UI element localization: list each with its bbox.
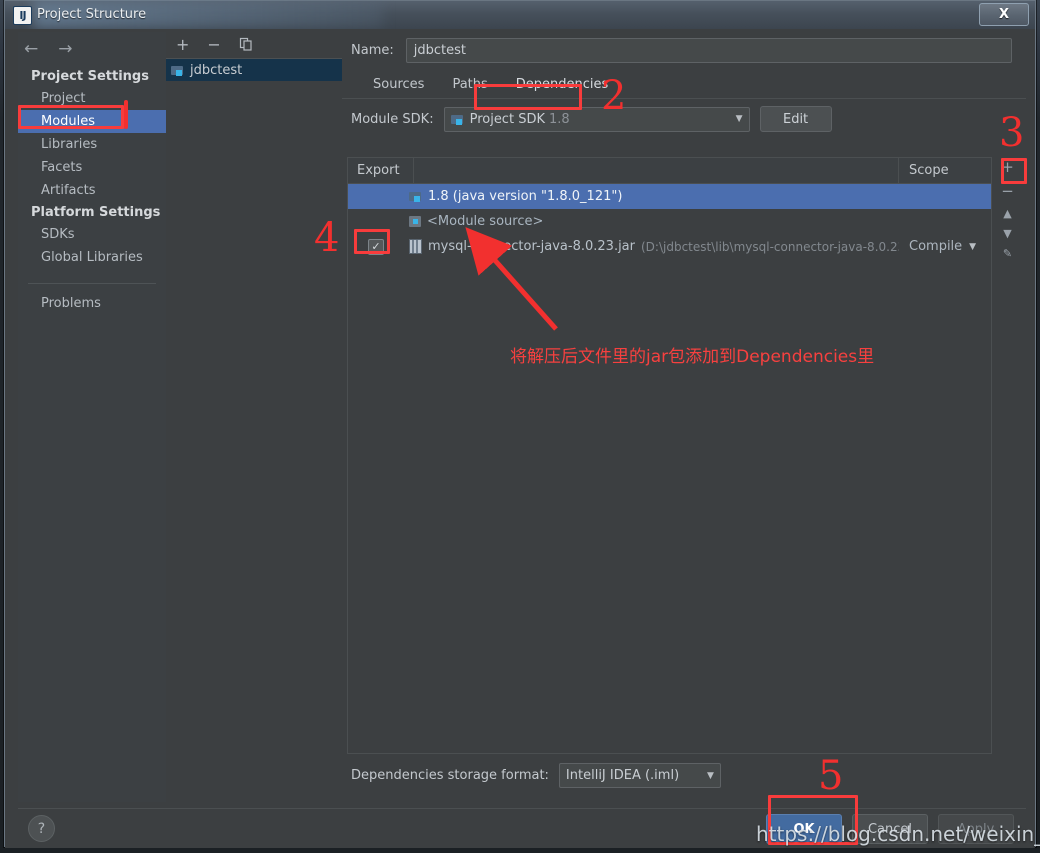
storage-format-label: Dependencies storage format: [351,768,549,783]
module-sdk-dropdown[interactable]: Project SDK 1.8 ▼ [443,106,750,132]
tab-paths[interactable]: Paths [438,73,501,98]
module-tabs: Sources Paths Dependencies [342,68,1026,99]
module-sdk-label: Module SDK: [351,111,434,127]
close-button[interactable]: X [979,3,1029,26]
intellij-idea-icon: IJ [13,6,32,25]
remove-dependency-button[interactable]: − [1001,184,1014,199]
column-header-name [414,158,899,183]
table-row[interactable]: ✓ mysql-connector-java-8.0.23.jar (D:\jd… [348,234,991,259]
sidebar-item-facets[interactable]: Facets [18,156,166,179]
column-header-scope: Scope [909,163,949,178]
chevron-down-icon: ▼ [735,114,743,124]
module-sdk-version: 1.8 [548,111,570,127]
row-name-label: <Module source> [427,214,544,229]
module-name-input[interactable]: jdbctest [405,37,1012,63]
module-sdk-row: Module SDK: Project SDK 1.8 ▼ Edit [342,99,1026,139]
module-sdk-value: Project SDK [469,111,545,127]
column-header-export: Export [348,158,414,183]
module-folder-icon [171,65,184,76]
module-list-item-jdbctest[interactable]: jdbctest [166,59,342,81]
sdk-folder-icon [450,114,464,125]
modules-toolbar: + − [166,32,342,59]
window-title: Project Structure [37,7,147,22]
tab-sources[interactable]: Sources [359,73,438,98]
module-list-item-label: jdbctest [190,62,243,78]
row-name-cell: <Module source> [404,214,899,229]
modules-panel: + − jdbctest [166,32,342,802]
move-down-button[interactable]: ▼ [1003,228,1011,239]
storage-format-dropdown[interactable]: IntelliJ IDEA (.iml) ▼ [558,763,721,788]
module-name-label: Name: [351,42,394,58]
module-source-icon [409,216,421,227]
sidebar-nav-arrows: ← → [18,32,166,66]
sidebar-group-heading: Project Settings [31,69,149,84]
chevron-down-icon: ▼ [707,770,714,781]
row-scope-label: Compile [909,239,963,254]
cancel-button[interactable]: Cancel [852,814,928,844]
row-scope-cell[interactable]: Compile ▼ [899,239,991,254]
dependencies-area: Export Scope 1.8 (java version "1.8.0_12… [347,157,1021,754]
row-name-cell: 1.8 (java version "1.8.0_121") [404,189,899,204]
export-checkbox[interactable]: ✓ [368,238,384,255]
edit-sdk-button[interactable]: Edit [759,106,832,132]
row-name-label: mysql-connector-java-8.0.23.jar [428,239,635,254]
dependencies-table-header: Export Scope [348,158,991,184]
screenshot-root: IJ Project Structure X ← → Project Setti… [0,0,1040,853]
chevron-down-icon: ▼ [969,241,977,252]
title-bar: IJ Project Structure X [5,1,1035,30]
project-structure-dialog: IJ Project Structure X ← → Project Setti… [4,0,1036,848]
sdk-folder-icon [409,191,422,202]
copy-module-icon[interactable] [239,37,253,54]
jar-icon [409,239,422,254]
ok-button[interactable]: OK [766,814,842,844]
dialog-body: ← → Project Settings Project Modules Lib… [5,29,1035,848]
module-name-row: Name: jdbctest [342,32,1026,68]
back-arrow-icon[interactable]: ← [24,40,38,58]
storage-format-row: Dependencies storage format: IntelliJ ID… [351,763,721,788]
sidebar-divider [28,283,156,284]
move-up-button[interactable]: ▲ [1003,208,1011,219]
settings-sidebar: ← → Project Settings Project Modules Lib… [18,32,167,802]
sidebar-item-sdks[interactable]: SDKs [18,223,166,246]
sidebar-item-libraries[interactable]: Libraries [18,133,166,156]
module-detail-panel: Name: jdbctest Sources Paths Dependencie… [342,32,1026,802]
forward-arrow-icon[interactable]: → [58,40,72,58]
footer-button-group: OK Cancel Apply [766,814,1014,844]
sidebar-item-modules[interactable]: Modules [18,110,166,133]
apply-button[interactable]: Apply [938,814,1014,844]
row-name-cell: mysql-connector-java-8.0.23.jar (D:\jdbc… [404,239,899,254]
remove-module-icon[interactable]: − [207,37,220,53]
dependencies-side-toolbar: + − ▲ ▼ ✎ [994,157,1021,754]
help-button[interactable]: ? [28,815,55,842]
sidebar-item-artifacts[interactable]: Artifacts [18,179,166,202]
add-module-icon[interactable]: + [176,37,189,53]
table-row[interactable]: 1.8 (java version "1.8.0_121") [348,184,991,209]
table-row[interactable]: <Module source> [348,209,991,234]
dependencies-table: Export Scope 1.8 (java version "1.8.0_12… [347,157,992,754]
row-path-label: (D:\jdbctest\lib\mysql-connector-java-8.… [641,239,899,254]
edit-dependency-button[interactable]: ✎ [1003,248,1012,259]
tab-dependencies[interactable]: Dependencies [502,73,623,98]
add-dependency-button[interactable]: + [1001,160,1014,175]
sidebar-item-global-libraries[interactable]: Global Libraries [18,246,166,269]
row-name-label: 1.8 (java version "1.8.0_121") [428,189,623,204]
storage-format-value: IntelliJ IDEA (.iml) [565,768,680,783]
sidebar-group-heading-platform: Platform Settings [31,205,161,220]
sidebar-item-problems[interactable]: Problems [18,292,166,315]
row-export-cell: ✓ [348,238,404,255]
close-icon: X [998,7,1010,22]
dialog-footer: ? OK Cancel Apply [18,808,1026,847]
sidebar-item-project[interactable]: Project [18,87,166,110]
